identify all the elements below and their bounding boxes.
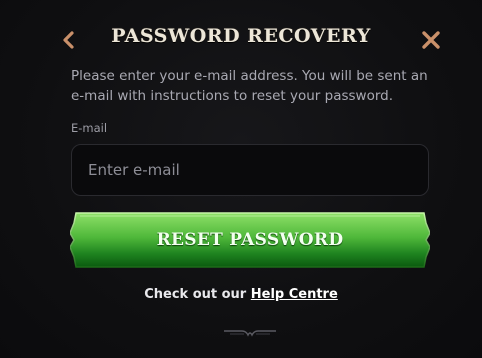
email-input[interactable] [71, 144, 429, 196]
help-prefix: Check out our [144, 287, 247, 302]
email-label: E-mail [71, 121, 108, 135]
help-line: Check out our Help Centre [0, 287, 482, 302]
close-icon [422, 31, 440, 49]
instructions-text: Please enter your e-mail address. You wi… [71, 68, 428, 104]
divider-ornament-icon [224, 330, 276, 337]
reset-button-label: RESET PASSWORD [156, 230, 344, 250]
help-centre-link[interactable]: Help Centre [251, 287, 338, 302]
modal-title: PASSWORD RECOVERY [111, 25, 371, 47]
password-recovery-modal: PASSWORD RECOVERY Please enter your e-ma… [0, 0, 482, 358]
reset-password-button[interactable]: RESET PASSWORD [70, 211, 430, 269]
close-button[interactable] [419, 28, 443, 52]
